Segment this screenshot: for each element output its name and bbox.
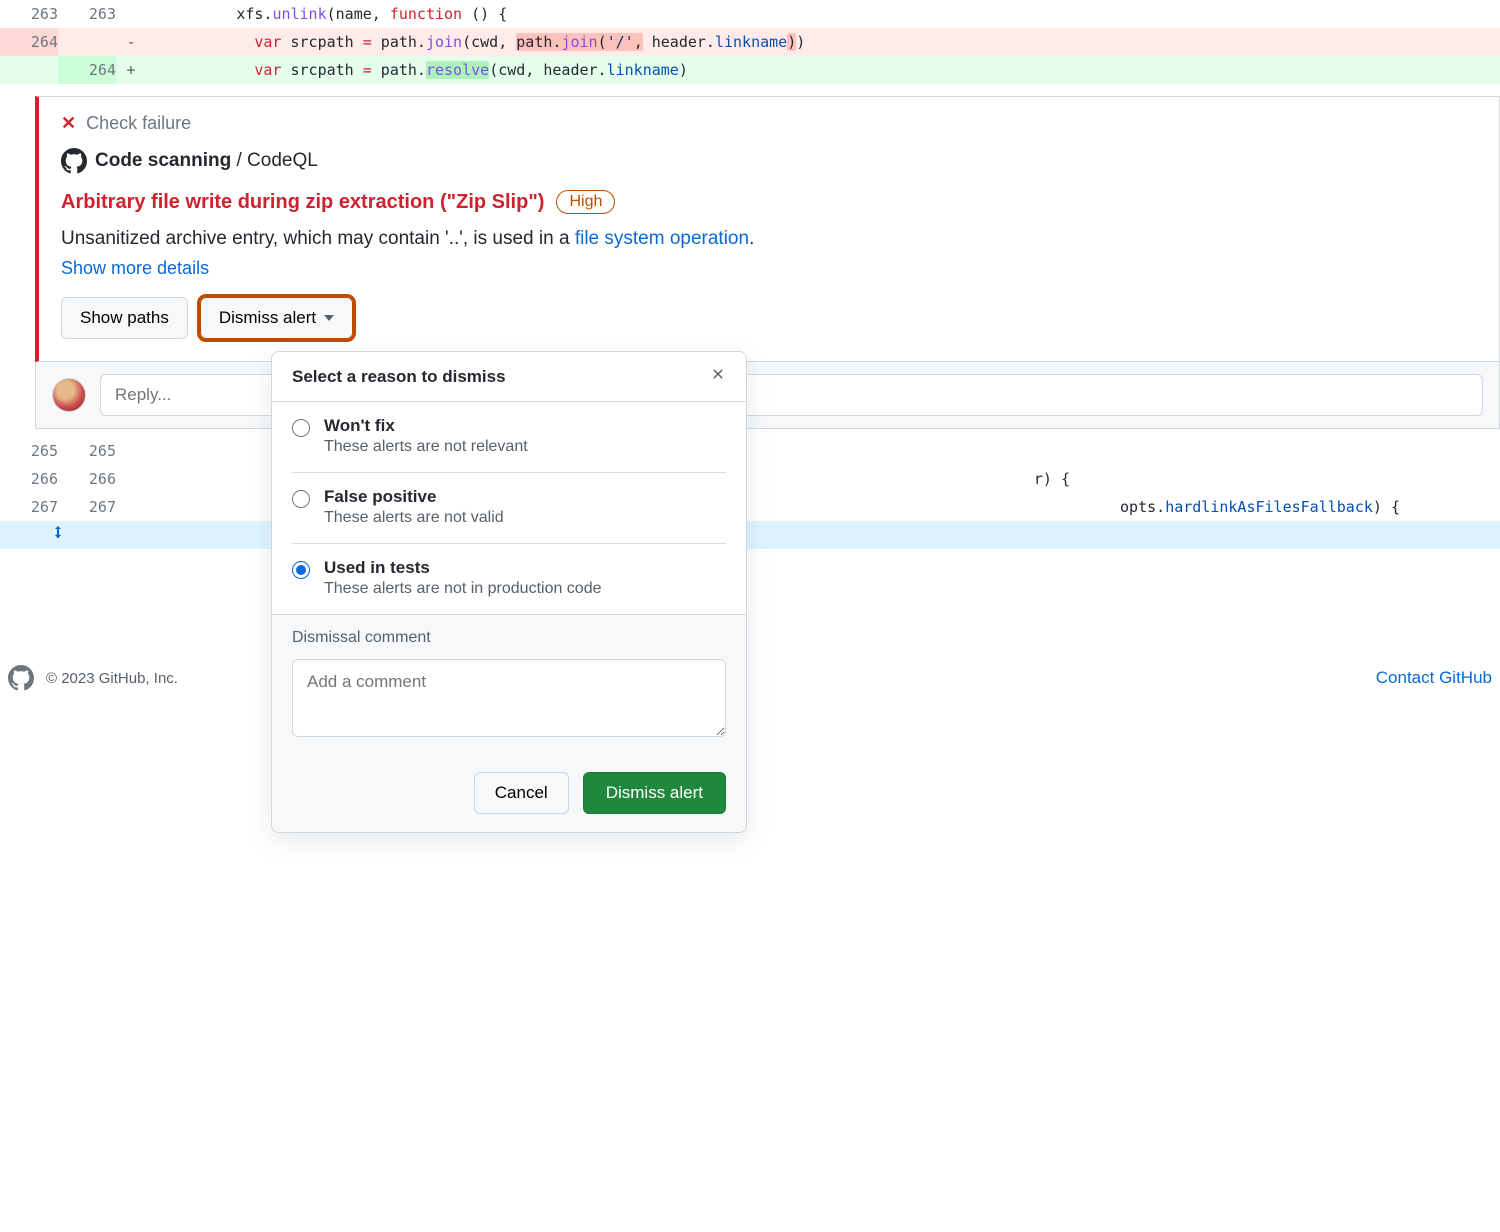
- diff-marker: [116, 0, 146, 28]
- contact-github-link[interactable]: Contact GitHub: [1376, 668, 1492, 687]
- dismiss-alert-button[interactable]: Dismiss alert: [200, 297, 353, 339]
- tool-name: CodeQL: [247, 150, 318, 171]
- dismiss-reason-wont-fix[interactable]: Won't fix These alerts are not relevant: [272, 402, 746, 472]
- code-scanning-label: Code scanning: [95, 150, 231, 171]
- show-more-details-link[interactable]: Show more details: [61, 258, 209, 279]
- dismiss-reason-false-positive[interactable]: False positive These alerts are not vali…: [292, 472, 726, 543]
- code-line: var srcpath = path.join(cwd, path.join('…: [146, 28, 1500, 56]
- line-number-old[interactable]: 265: [0, 437, 58, 465]
- radio-label: False positive: [324, 487, 504, 507]
- line-number-new[interactable]: 264: [58, 56, 116, 84]
- radio-description: These alerts are not in production code: [324, 580, 602, 598]
- dismiss-reason-popover: Select a reason to dismiss Won't fix The…: [271, 351, 747, 833]
- radio-description: These alerts are not valid: [324, 509, 504, 527]
- scan-tool-row: Code scanning / CodeQL: [61, 148, 1477, 174]
- line-number-old[interactable]: 267: [0, 493, 58, 521]
- file-system-operation-link[interactable]: file system operation: [575, 228, 749, 249]
- close-icon: [710, 366, 726, 382]
- dismissal-comment-label: Dismissal comment: [292, 629, 726, 647]
- dismissal-comment-input[interactable]: [292, 659, 726, 737]
- diff-marker: -: [116, 28, 146, 56]
- reply-row: [35, 362, 1500, 429]
- show-paths-button[interactable]: Show paths: [61, 297, 188, 339]
- avatar[interactable]: [52, 378, 86, 412]
- github-mark-icon: [61, 148, 87, 174]
- diff-row-context: 265 265: [0, 437, 1500, 465]
- line-number-old[interactable]: 263: [0, 0, 58, 28]
- code-scanning-alert: ✕ Check failure Code scanning / CodeQL A…: [35, 96, 1500, 362]
- check-failure-label: Check failure: [86, 113, 191, 134]
- popover-title: Select a reason to dismiss: [292, 367, 506, 387]
- alert-title[interactable]: Arbitrary file write during zip extracti…: [61, 191, 544, 214]
- line-number-new[interactable]: 263: [58, 0, 116, 28]
- cancel-button[interactable]: Cancel: [474, 772, 569, 814]
- radio-icon: [292, 490, 310, 508]
- code-line: xfs.unlink(name, function () {: [146, 0, 1500, 28]
- dismiss-reason-list: Won't fix These alerts are not relevant …: [272, 402, 746, 614]
- code-line: var srcpath = path.resolve(cwd, header.l…: [146, 56, 1500, 84]
- diff-row-context: 263 263 xfs.unlink(name, function () {: [0, 0, 1500, 28]
- diff-row-addition: 264 + var srcpath = path.resolve(cwd, he…: [0, 56, 1500, 84]
- line-number-new[interactable]: 267: [58, 493, 116, 521]
- diff-marker: +: [116, 56, 146, 84]
- diff-row-deletion: 264 - var srcpath = path.join(cwd, path.…: [0, 28, 1500, 56]
- copyright-text: © 2023 GitHub, Inc.: [46, 670, 178, 687]
- line-number-new[interactable]: [58, 28, 116, 56]
- caret-down-icon: [324, 315, 334, 321]
- dismiss-alert-submit-button[interactable]: Dismiss alert: [583, 772, 726, 814]
- alert-description: Unsanitized archive entry, which may con…: [61, 228, 1477, 250]
- page-footer: © 2023 GitHub, Inc. Contact GitHub: [0, 649, 1500, 695]
- expand-hunk-row[interactable]: [0, 521, 1500, 549]
- radio-icon: [292, 561, 310, 579]
- line-number-new[interactable]: 266: [58, 465, 116, 493]
- radio-label: Won't fix: [324, 416, 528, 436]
- diff-table: 263 263 xfs.unlink(name, function () { 2…: [0, 0, 1500, 96]
- severity-badge: High: [556, 190, 615, 214]
- line-number-old[interactable]: [0, 56, 58, 84]
- radio-description: These alerts are not relevant: [324, 438, 528, 456]
- line-number-old[interactable]: 266: [0, 465, 58, 493]
- unfold-icon: [50, 524, 66, 540]
- diff-table-after: 265 265 266 266 r) { 267 267 opts.hardli…: [0, 437, 1500, 549]
- x-icon: ✕: [61, 113, 76, 134]
- line-number-new[interactable]: 265: [58, 437, 116, 465]
- close-button[interactable]: [710, 366, 726, 387]
- line-number-old[interactable]: 264: [0, 28, 58, 56]
- diff-row-context: 266 266 r) {: [0, 465, 1500, 493]
- radio-icon: [292, 419, 310, 437]
- dismiss-reason-used-in-tests[interactable]: Used in tests These alerts are not in pr…: [292, 543, 726, 614]
- diff-row-context: 267 267 opts.hardlinkAsFilesFallback) {: [0, 493, 1500, 521]
- check-failure-header: ✕ Check failure: [61, 113, 1477, 134]
- radio-label: Used in tests: [324, 558, 602, 578]
- github-mark-icon[interactable]: [8, 665, 34, 691]
